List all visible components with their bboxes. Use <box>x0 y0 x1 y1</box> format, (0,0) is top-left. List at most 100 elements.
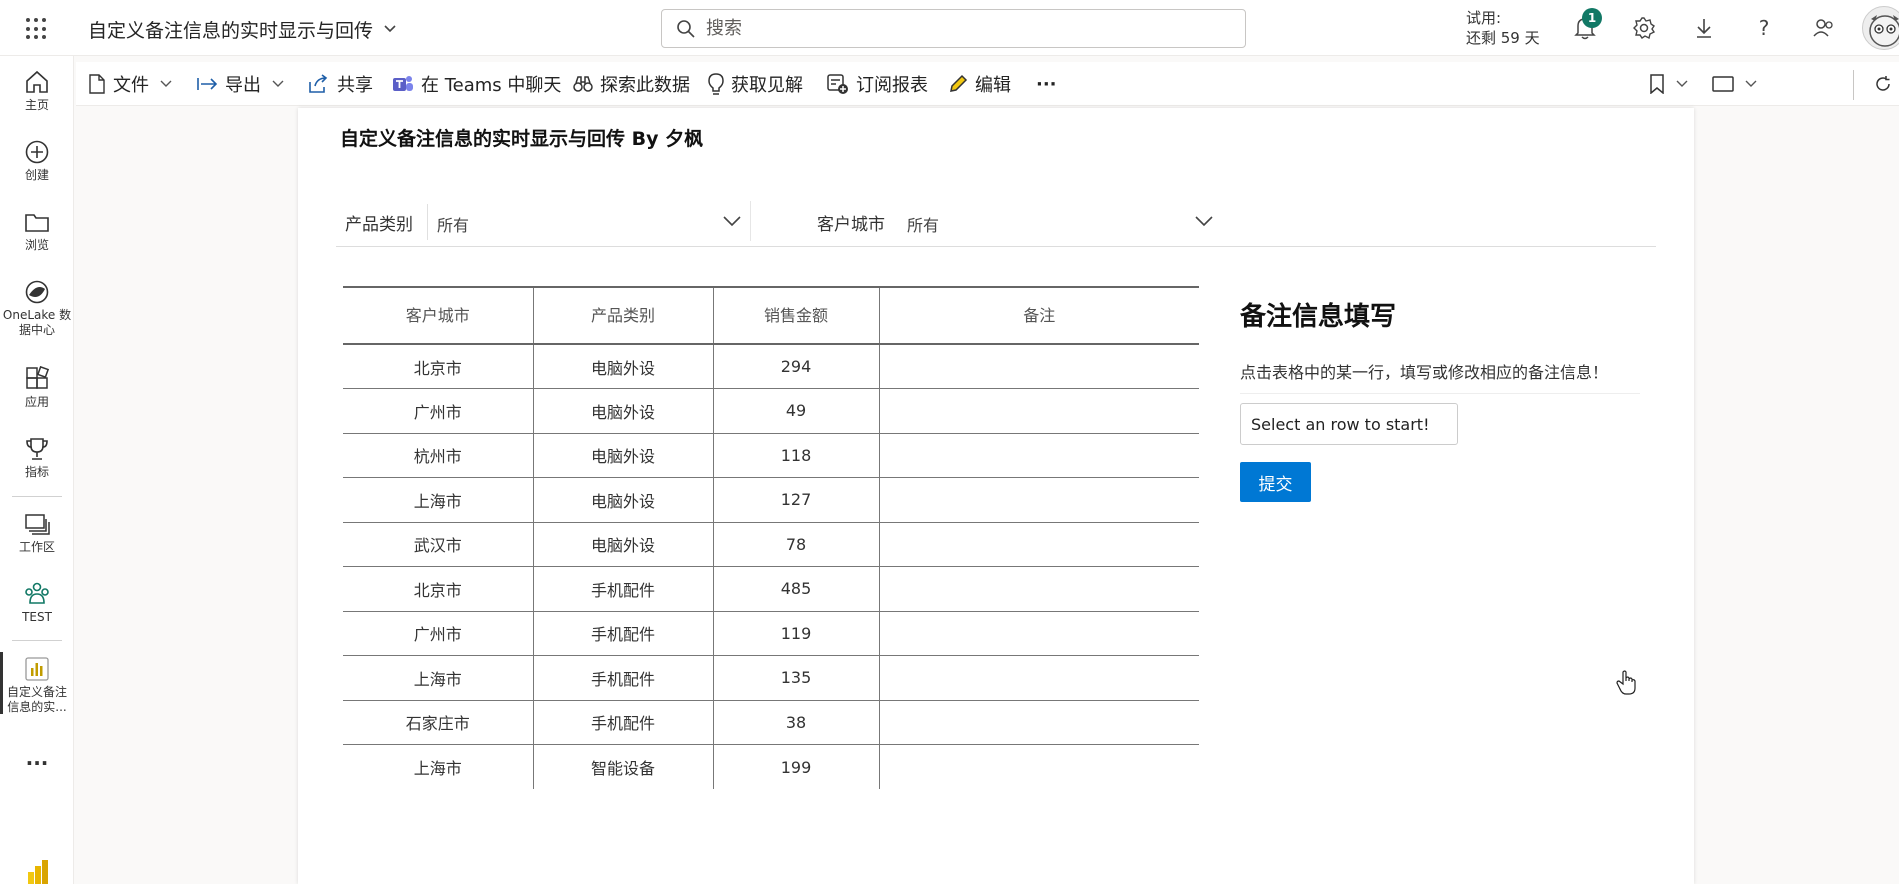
settings-gear-icon[interactable] <box>1630 14 1658 42</box>
slicer-customer-city[interactable]: 客户城市 所有 <box>817 196 1219 248</box>
nav-test-workspace[interactable]: TEST <box>0 581 74 625</box>
cell-note[interactable] <box>878 388 1199 434</box>
teams-chat-button[interactable]: 在 Teams 中聊天 <box>392 72 561 96</box>
view-menu-button[interactable] <box>1712 72 1757 96</box>
cell-customer-city[interactable]: 杭州市 <box>343 433 533 478</box>
column-header-product-category[interactable]: 产品类别 <box>532 286 713 345</box>
cell-note[interactable] <box>878 344 1199 389</box>
slicer-product-category-value[interactable]: 所有 <box>437 212 469 236</box>
cell-sales-amount[interactable]: 485 <box>712 566 879 612</box>
cell-note[interactable] <box>878 655 1199 701</box>
nav-report-label-2: 信息的实... <box>7 700 67 714</box>
nav-onelake[interactable]: OneLake 数 据中心 <box>0 279 74 338</box>
cell-sales-amount[interactable]: 127 <box>712 477 879 523</box>
cell-note[interactable] <box>878 744 1199 789</box>
nav-current-report[interactable]: 自定义备注 信息的实... <box>0 656 74 715</box>
cell-customer-city[interactable]: 石家庄市 <box>343 700 533 745</box>
help-icon[interactable]: ? <box>1750 14 1778 42</box>
table-row[interactable]: 上海市 电脑外设 127 <box>343 477 1199 523</box>
trial-status[interactable]: 试用: 还剩 59 天 <box>1466 8 1540 48</box>
cell-product-category[interactable]: 手机配件 <box>532 566 713 612</box>
report-title-text: 自定义备注信息的实时显示与回传 <box>88 20 374 42</box>
powerbi-logo-icon <box>26 858 50 884</box>
table-row[interactable]: 广州市 手机配件 119 <box>343 611 1199 656</box>
subscribe-report-button[interactable]: 订阅报表 <box>827 72 928 96</box>
app-launcher-icon[interactable] <box>26 18 48 40</box>
nav-browse[interactable]: 浏览 <box>0 209 74 253</box>
table-row[interactable]: 杭州市 电脑外设 118 <box>343 433 1199 478</box>
column-header-sales-amount[interactable]: 销售金额 <box>712 286 879 345</box>
cell-product-category[interactable]: 手机配件 <box>532 700 713 745</box>
cell-note[interactable] <box>878 477 1199 523</box>
left-navigation: 主页 创建 浏览 OneLake 数 据中心 应用 指标 工作区 TEST 自定… <box>0 56 74 884</box>
cell-product-category[interactable]: 电脑外设 <box>532 477 713 523</box>
table-row[interactable]: 广州市 电脑外设 49 <box>343 388 1199 434</box>
cell-sales-amount[interactable]: 38 <box>712 700 879 745</box>
refresh-button[interactable] <box>1874 72 1892 96</box>
bookmark-menu-button[interactable] <box>1649 72 1688 96</box>
nav-create[interactable]: 创建 <box>0 139 74 183</box>
cell-customer-city[interactable]: 上海市 <box>343 745 533 790</box>
cell-note[interactable] <box>878 611 1199 656</box>
cell-sales-amount[interactable]: 78 <box>712 522 879 567</box>
user-avatar[interactable] <box>1862 6 1899 50</box>
cell-customer-city[interactable]: 北京市 <box>343 566 533 612</box>
cell-sales-amount[interactable]: 119 <box>712 611 879 656</box>
nav-workspaces[interactable]: 工作区 <box>0 511 74 555</box>
export-menu-button[interactable]: 导出 <box>196 72 284 96</box>
cell-note[interactable] <box>878 700 1199 745</box>
cell-note[interactable] <box>878 433 1199 478</box>
table-row[interactable]: 北京市 手机配件 485 <box>343 566 1199 612</box>
cell-sales-amount[interactable]: 118 <box>712 433 879 478</box>
cell-sales-amount[interactable]: 135 <box>712 655 879 701</box>
cell-product-category[interactable]: 电脑外设 <box>532 344 713 389</box>
feedback-people-icon[interactable] <box>1810 14 1838 42</box>
cell-customer-city[interactable]: 广州市 <box>343 611 533 656</box>
edit-button[interactable]: 编辑 <box>948 72 1011 96</box>
nav-metrics[interactable]: 指标 <box>0 436 74 480</box>
column-header-note[interactable]: 备注 <box>878 286 1199 345</box>
note-input[interactable] <box>1240 403 1458 445</box>
cell-customer-city[interactable]: 上海市 <box>343 477 533 523</box>
cell-sales-amount[interactable]: 49 <box>712 388 879 434</box>
share-button[interactable]: 共享 <box>308 72 373 96</box>
table-row[interactable]: 武汉市 电脑外设 78 <box>343 522 1199 567</box>
file-menu-button[interactable]: 文件 <box>88 72 172 96</box>
submit-button[interactable]: 提交 <box>1240 462 1311 502</box>
table-row[interactable]: 北京市 电脑外设 294 <box>343 344 1199 389</box>
nav-more-icon[interactable]: ... <box>0 746 74 770</box>
cell-note[interactable] <box>878 522 1199 567</box>
cell-customer-city[interactable]: 北京市 <box>343 344 533 389</box>
cell-product-category[interactable]: 电脑外设 <box>532 388 713 434</box>
nav-onelake-label-2: 据中心 <box>18 323 55 337</box>
get-insights-button[interactable]: 获取见解 <box>708 72 803 96</box>
search-box[interactable] <box>661 9 1246 48</box>
cell-product-category[interactable]: 手机配件 <box>532 611 713 656</box>
share-label: 共享 <box>337 75 373 96</box>
chevron-down-icon[interactable] <box>722 214 742 228</box>
slicer-customer-city-value[interactable]: 所有 <box>907 212 939 236</box>
cell-customer-city[interactable]: 武汉市 <box>343 522 533 567</box>
download-icon[interactable] <box>1690 14 1718 42</box>
cell-sales-amount[interactable]: 199 <box>712 744 879 789</box>
cell-customer-city[interactable]: 上海市 <box>343 655 533 701</box>
cell-sales-amount[interactable]: 294 <box>712 344 879 389</box>
column-header-customer-city[interactable]: 客户城市 <box>343 286 533 345</box>
cell-product-category[interactable]: 智能设备 <box>532 744 713 789</box>
cell-product-category[interactable]: 电脑外设 <box>532 433 713 478</box>
more-options-button[interactable]: ··· <box>1036 72 1057 96</box>
explore-data-button[interactable]: 探索此数据 <box>573 72 690 96</box>
search-input[interactable] <box>706 18 1226 39</box>
cell-product-category[interactable]: 电脑外设 <box>532 522 713 567</box>
slicer-product-category[interactable]: 产品类别 所有 <box>345 196 747 248</box>
table-row[interactable]: 上海市 智能设备 199 <box>343 744 1199 790</box>
cell-customer-city[interactable]: 广州市 <box>343 388 533 434</box>
cell-product-category[interactable]: 手机配件 <box>532 655 713 701</box>
nav-home[interactable]: 主页 <box>0 69 74 113</box>
table-row[interactable]: 石家庄市 手机配件 38 <box>343 700 1199 745</box>
report-title-dropdown[interactable]: 自定义备注信息的实时显示与回传 <box>88 16 397 43</box>
chevron-down-icon[interactable] <box>1194 214 1214 228</box>
table-row[interactable]: 上海市 手机配件 135 <box>343 655 1199 701</box>
nav-apps[interactable]: 应用 <box>0 366 74 410</box>
cell-note[interactable] <box>878 566 1199 612</box>
